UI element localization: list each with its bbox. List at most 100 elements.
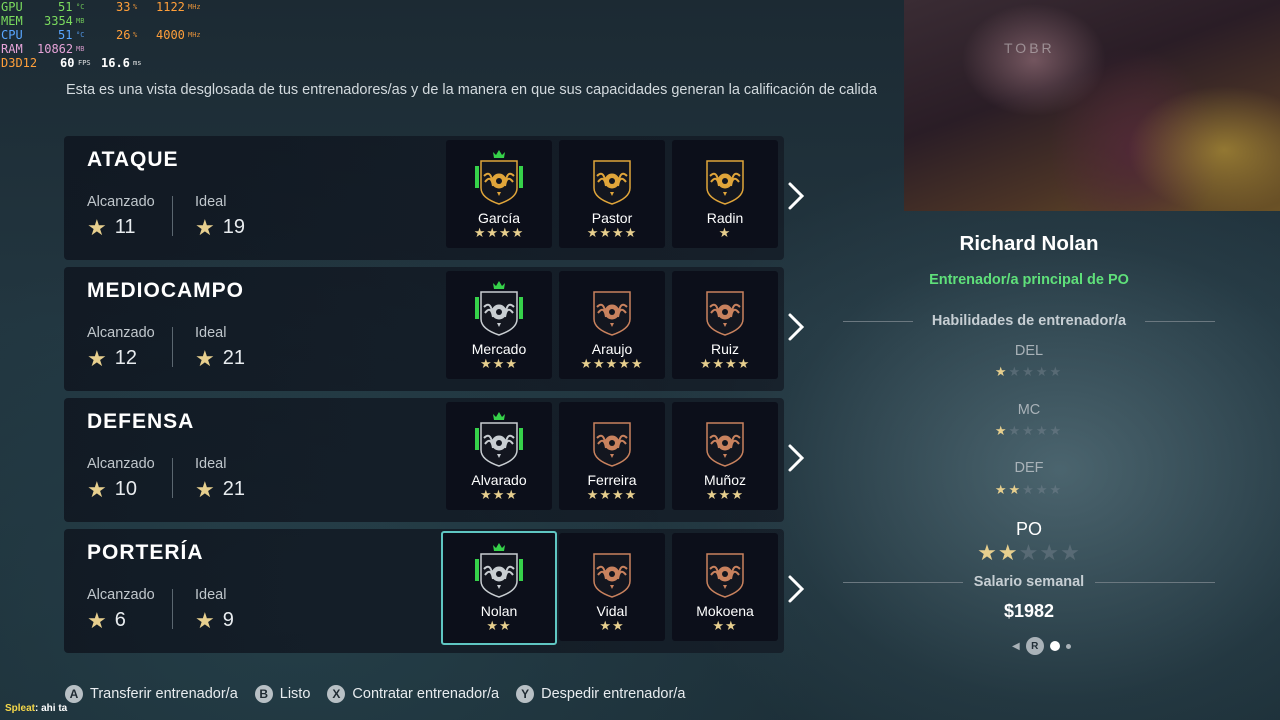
stat-reached: Alcanzado ★ 11 (87, 194, 155, 238)
stat-reached-value: 11 (114, 216, 136, 238)
stat-reached-label: Alcanzado (87, 194, 155, 210)
coach-card[interactable]: Alvarado ★★★ (446, 402, 552, 510)
coach-card-stars: ★★★ (480, 356, 518, 371)
coach-card[interactable]: Radin ★ (672, 140, 778, 248)
r-stick-icon[interactable]: R (1025, 637, 1044, 655)
webcam-overlay: TOBR (904, 0, 1280, 211)
coach-badge-icon (471, 539, 527, 601)
section-3[interactable]: PORTERÍA Alcanzado ★ 6 Ideal ★ 9 Nolan ★★ (64, 529, 805, 653)
hud-gpu-load-unit: % (133, 3, 138, 11)
stat-divider (172, 458, 173, 498)
coach-card-name: Araujo (591, 341, 633, 357)
skill-rating: ★★★★★ (843, 423, 1215, 439)
prompt-label: Listo (279, 686, 311, 702)
hud-mem-value: 3354 (44, 14, 73, 28)
caret-left-icon[interactable]: ◀ (1012, 641, 1020, 652)
star-filled-icon: ★ (994, 364, 1009, 379)
star-empty-icon: ★ (1049, 482, 1064, 497)
page-dot-active[interactable] (1049, 641, 1060, 651)
chevron-right-icon[interactable] (784, 438, 808, 478)
star-empty-icon: ★ (1049, 364, 1064, 379)
page-dot[interactable] (1065, 643, 1071, 649)
section-0[interactable]: ATAQUE Alcanzado ★ 11 Ideal ★ 19 García ★ ★ (64, 136, 805, 260)
stat-reached-label: Alcanzado (87, 456, 155, 472)
star-empty-icon: ★ (1022, 364, 1036, 379)
hud-cpu-temp-unit: °C (76, 31, 85, 39)
hud-gpu-load: 33 (116, 0, 131, 14)
coach-card-stars: ★★ (599, 618, 625, 633)
chevron-right-icon[interactable] (784, 307, 808, 347)
stat-reached: Alcanzado ★ 12 (87, 325, 155, 369)
coach-card[interactable]: Araujo ★★★★★ (559, 271, 665, 379)
coach-card-stars: ★★★★★ (580, 356, 644, 371)
section-title: ATAQUE (87, 148, 179, 171)
stat-reached: Alcanzado ★ 6 (87, 587, 155, 631)
hud-fps: 60 (60, 56, 75, 70)
prompt-a-button[interactable]: A Transferir entrenador/a (65, 685, 238, 703)
hud-ram-label: RAM (1, 42, 23, 56)
coach-card[interactable]: Nolan ★★ (441, 531, 557, 645)
stat-divider (172, 589, 173, 629)
hud-api-label: D3D12 (1, 56, 38, 70)
coach-card[interactable]: Pastor ★★★★ (559, 140, 665, 248)
coach-card-name: Mercado (471, 341, 527, 357)
coach-card[interactable]: Vidal ★★ (559, 533, 665, 641)
star-empty-icon: ★ (1008, 423, 1023, 438)
coach-badge-icon (697, 146, 753, 208)
coach-role: Entrenador/a principal de PO (929, 272, 1129, 288)
hud-mem-unit: MB (76, 17, 85, 25)
button-x-icon: X (327, 685, 346, 703)
coach-card[interactable]: Muñoz ★★★ (672, 402, 778, 510)
star-empty-icon: ★ (1049, 423, 1064, 438)
prompt-b-button[interactable]: B Listo (254, 685, 311, 703)
coach-card[interactable]: Mercado ★★★ (446, 271, 552, 379)
prompt-y-button[interactable]: Y Despedir entrenador/a (516, 685, 685, 703)
coach-card[interactable]: Mokoena ★★ (672, 533, 778, 641)
stat-reached-value: 10 (114, 478, 137, 500)
hud-cpu-load: 26 (116, 28, 131, 42)
coach-badge-icon (584, 277, 640, 339)
skills-heading: Habilidades de entrenador/a (931, 313, 1127, 329)
chat-text: : ahi ta (35, 703, 68, 714)
stat-reached: Alcanzado ★ 10 (87, 456, 155, 500)
stat-ideal: Ideal ★ 19 (195, 194, 245, 238)
stat-ideal-value: 9 (222, 609, 234, 631)
section-2[interactable]: DEFENSA Alcanzado ★ 10 Ideal ★ 21 Alvarado (64, 398, 805, 522)
star-empty-icon: ★ (1060, 540, 1081, 565)
page-indicator[interactable]: ◀ R (1012, 637, 1071, 655)
coach-card-stars: ★★★ (480, 487, 518, 502)
coach-card[interactable]: Ferreira ★★★★ (559, 402, 665, 510)
coach-card-stars: ★★★★ (699, 356, 751, 371)
section-title: MEDIOCAMPO (87, 279, 244, 302)
star-empty-icon: ★ (1035, 482, 1050, 497)
chevron-right-icon[interactable] (784, 176, 808, 216)
prompt-x-button[interactable]: X Contratar entrenador/a (327, 685, 499, 703)
coach-card[interactable]: Ruiz ★★★★ (672, 271, 778, 379)
star-empty-icon: ★ (1035, 364, 1050, 379)
coach-badge-icon (697, 408, 753, 470)
coach-card-name: Alvarado (471, 472, 527, 488)
hud-gpu-label: GPU (1, 0, 23, 14)
stat-ideal-label: Ideal (195, 194, 227, 210)
skill-label: DEL (1014, 343, 1044, 359)
chat-username: Spleat (5, 703, 36, 714)
hud-gpu-temp: 51 (58, 0, 73, 14)
prompt-label: Transferir entrenador/a (90, 686, 238, 702)
button-prompts: A Transferir entrenador/a B Listo X Contratar… (65, 685, 702, 703)
section-1[interactable]: MEDIOCAMPO Alcanzado ★ 12 Ideal ★ 21 Merca… (64, 267, 805, 391)
chevron-right-icon[interactable] (784, 569, 808, 609)
coach-card-name: Radin (706, 210, 744, 226)
stat-ideal: Ideal ★ 9 (195, 587, 234, 631)
coach-badge-icon (471, 277, 527, 339)
coach-card-name: Muñoz (703, 472, 747, 488)
star-icon: ★ (87, 214, 107, 240)
hud-ram-unit: MB (76, 45, 85, 53)
stat-ideal: Ideal ★ 21 (195, 456, 245, 500)
coach-card-name: Mokoena (696, 603, 754, 619)
hud-cpu-temp: 51 (58, 28, 73, 42)
stat-ideal-value: 21 (222, 478, 245, 500)
star-icon: ★ (195, 476, 215, 502)
coach-card[interactable]: García ★★★★ (446, 140, 552, 248)
coach-badge-icon (697, 277, 753, 339)
star-empty-icon: ★ (1022, 482, 1036, 497)
